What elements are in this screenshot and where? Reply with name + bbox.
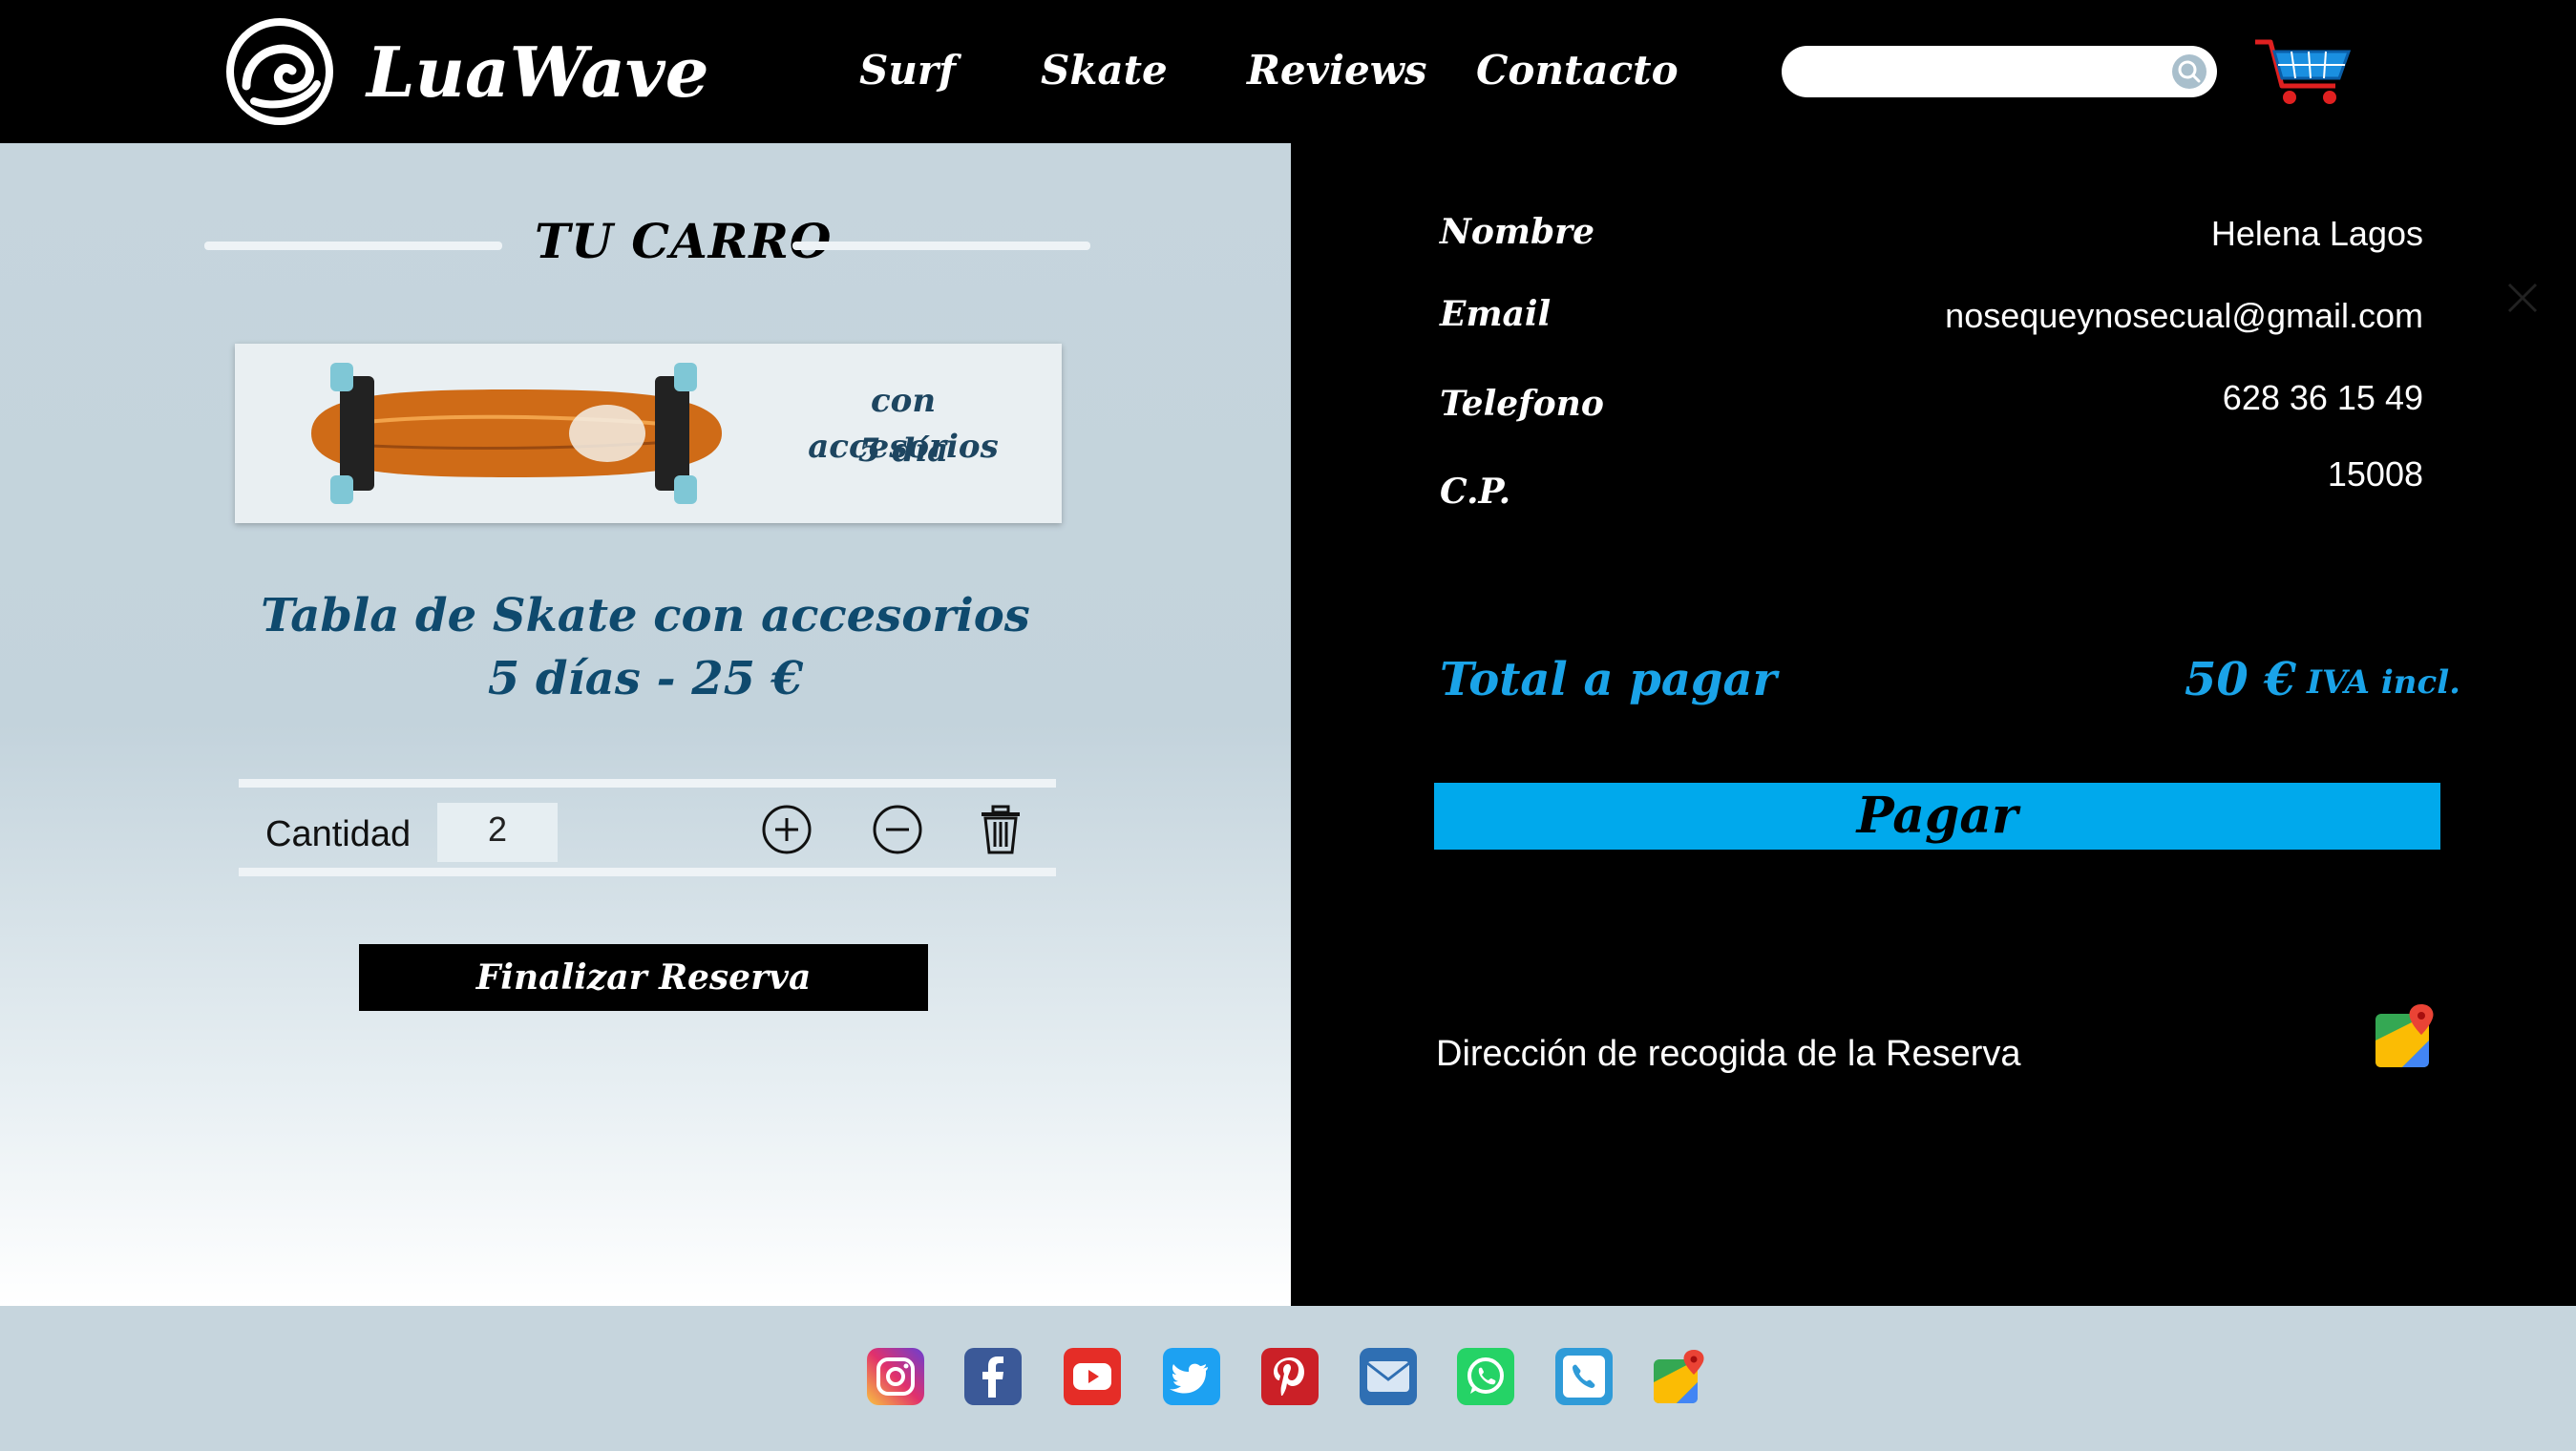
email-label: Email: [1440, 294, 1552, 334]
mail-icon[interactable]: [1360, 1348, 1417, 1405]
title-rule-right: [792, 242, 1090, 250]
title-rule-left: [204, 242, 502, 250]
youtube-icon[interactable]: [1064, 1348, 1121, 1405]
footer: [0, 1306, 2576, 1451]
site-header: LuaWave Surf Skate Reviews Contacto: [0, 0, 2576, 143]
quantity-input[interactable]: [437, 803, 558, 862]
plus-icon[interactable]: [760, 803, 813, 856]
phone-icon[interactable]: [1555, 1348, 1613, 1405]
skateboard-image: [311, 363, 722, 504]
instagram-icon[interactable]: [867, 1348, 924, 1405]
twitter-icon[interactable]: [1163, 1348, 1220, 1405]
close-icon[interactable]: [2503, 279, 2542, 317]
phone-value: 628 36 15 49: [2222, 378, 2423, 417]
total-amount: 50 €: [2185, 653, 2296, 706]
brand-name[interactable]: LuaWave: [367, 27, 709, 118]
shopping-cart-icon[interactable]: [2253, 34, 2353, 109]
pinterest-icon[interactable]: [1261, 1348, 1319, 1405]
quantity-row: Cantidad: [239, 779, 1056, 876]
minus-icon[interactable]: [871, 803, 924, 856]
nav-reviews[interactable]: Reviews: [1247, 42, 1427, 99]
postal-code-label: C.P.: [1440, 472, 1511, 512]
cart-title: TU CARRO: [535, 213, 833, 269]
name-label: Nombre: [1440, 212, 1595, 252]
maps-icon[interactable]: [1652, 1348, 1709, 1405]
product-price: 5 días - 25 €: [487, 652, 804, 705]
postal-code-value: 15008: [2327, 454, 2423, 494]
nav-skate[interactable]: Skate: [1041, 42, 1168, 99]
pickup-address-label: Dirección de recogida de la Reserva: [1436, 1034, 2021, 1074]
total-label: Total a pagar: [1440, 653, 1777, 706]
quantity-label: Cantidad: [265, 814, 412, 854]
card-caption-line2: 5 día: [857, 431, 949, 470]
trash-icon[interactable]: [974, 803, 1027, 856]
product-name: Tabla de Skate con accesorios: [261, 589, 1030, 642]
product-card: con accesorios 5 día: [235, 344, 1062, 523]
tax-note: IVA incl.: [2307, 663, 2460, 702]
name-value: Helena Lagos: [2210, 214, 2423, 253]
checkout-panel: Nombre Helena Lagos Email nosequeynosecu…: [1291, 143, 2576, 1306]
finalize-reservation-button[interactable]: Finalizar Reserva: [359, 944, 928, 1011]
search-input[interactable]: [1782, 46, 2217, 97]
search-icon[interactable]: [2171, 53, 2207, 90]
whatsapp-icon[interactable]: [1457, 1348, 1514, 1405]
phone-label: Telefono: [1440, 384, 1604, 424]
maps-icon[interactable]: [2374, 1002, 2437, 1069]
email-value: nosequeynosecual@gmail.com: [1945, 296, 2423, 335]
cart-panel: TU CARRO con accesorios 5 día Tabla de S…: [0, 143, 1291, 1306]
nav-surf[interactable]: Surf: [859, 42, 956, 99]
wave-logo-icon[interactable]: [225, 17, 334, 126]
pay-button[interactable]: Pagar: [1434, 783, 2440, 850]
facebook-icon[interactable]: [964, 1348, 1022, 1405]
nav-contacto[interactable]: Contacto: [1476, 42, 1679, 99]
